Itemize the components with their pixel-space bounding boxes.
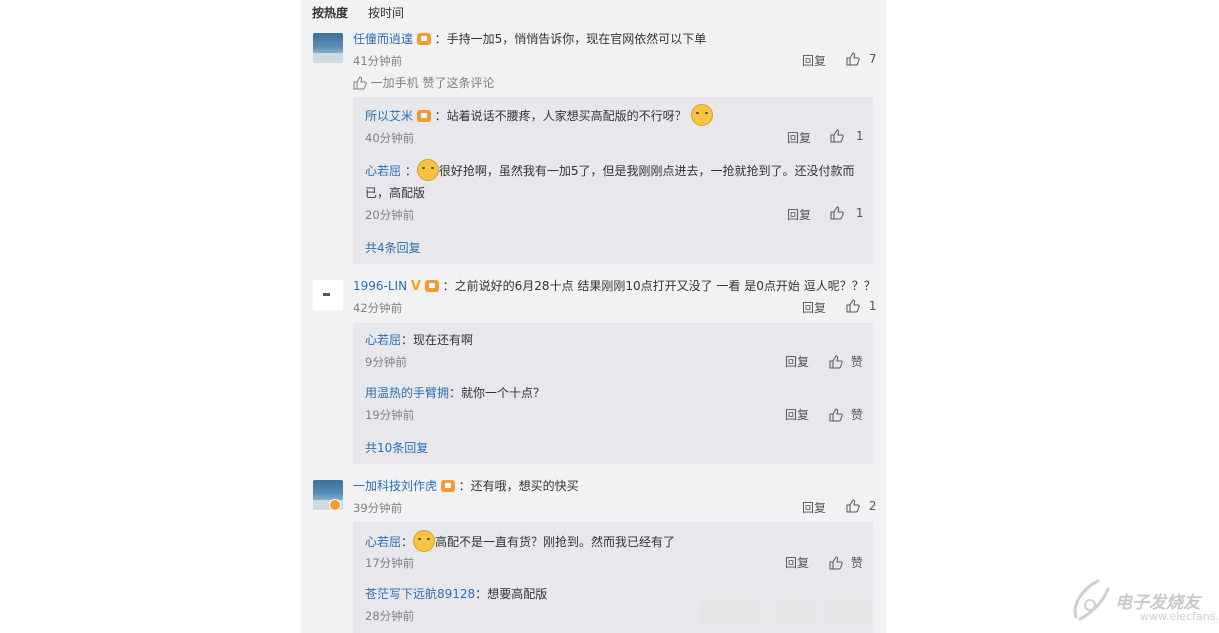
reply-username[interactable]: 苍茫写下远航89128: [365, 587, 475, 601]
reply-row: 心若屈： 高配不是一直有货？刚抢到。然而我已经有了: [365, 530, 675, 552]
tab-by-hot[interactable]: 按热度: [312, 4, 348, 21]
reply-username[interactable]: 心若屈: [365, 535, 401, 549]
like-count: 1: [855, 206, 864, 220]
reply-row: 心若屈：现在还有啊: [365, 331, 473, 348]
comment-time: 42分钟前: [353, 301, 403, 315]
watermark-url: www.elecfans.com: [1140, 610, 1219, 623]
reply-button[interactable]: 回复: [785, 353, 809, 370]
comment-row: 1996-LIN V ：之前说好的6月28十点 结果刚刚10点打开又没了 一看 …: [353, 277, 876, 294]
like-label: 赞: [850, 408, 863, 422]
reply-button[interactable]: 回复: [785, 406, 809, 423]
verified-badge-icon: [329, 499, 341, 511]
like-button[interactable]: 2: [846, 499, 876, 513]
blurred-area: [775, 600, 813, 626]
member-badge-icon: [440, 480, 455, 492]
reply-time: 28分钟前: [365, 609, 415, 623]
liked-by-text: 一加手机 赞了这条评论: [370, 76, 495, 90]
reply-username[interactable]: 心若屈: [365, 333, 401, 347]
reply-time: 17分钟前: [365, 556, 415, 570]
comment-time: 41分钟前: [353, 54, 403, 68]
like-count: 7: [868, 52, 877, 66]
thumbs-up-icon: [353, 76, 367, 90]
comment-row: 任僮而逍遑 ：手持一加5，悄悄告诉你，现在官网依然可以下单: [353, 30, 706, 47]
reply-button[interactable]: 回复: [802, 299, 826, 316]
tab-by-time[interactable]: 按时间: [368, 4, 404, 21]
avatar[interactable]: [313, 33, 343, 63]
like-button[interactable]: 1: [830, 206, 863, 220]
thumbs-up-icon: [829, 355, 843, 369]
reply-username[interactable]: 心若屈: [365, 164, 401, 178]
comment-username[interactable]: 1996-LIN: [353, 279, 407, 293]
reply-row: 苍茫写下远航89128：想要高配版: [365, 585, 547, 602]
reply-text: ：现在还有啊: [401, 333, 474, 347]
comment-username[interactable]: 一加科技刘作虎: [353, 479, 437, 493]
comment-text: ：之前说好的6月28十点 结果刚刚10点打开又没了 一看 是0点开始 逗人呢？？…: [442, 279, 876, 293]
like-count: 2: [868, 499, 877, 513]
avatar[interactable]: [313, 280, 343, 310]
verified-v-icon: V: [410, 279, 421, 294]
like-button[interactable]: 1: [830, 129, 863, 143]
member-badge-icon: [416, 110, 431, 122]
thumbs-up-icon: [830, 129, 844, 143]
liked-by-note: 一加手机 赞了这条评论: [353, 74, 494, 91]
like-count: 1: [855, 129, 864, 143]
reply-button[interactable]: 回复: [787, 129, 811, 146]
emoji-icon: [413, 530, 436, 552]
like-count: 1: [868, 299, 877, 313]
reply-button[interactable]: 回复: [802, 52, 826, 69]
like-button[interactable]: 赞: [829, 406, 863, 423]
comment-text: ：手持一加5，悄悄告诉你，现在官网依然可以下单: [434, 32, 707, 46]
reply-row: 心若屈 ：很好抢啊，虽然我有一加5了，但是我刚刚点进去，一抢就抢到了。还没付款而: [365, 159, 855, 181]
comment-time: 39分钟前: [353, 501, 403, 515]
like-button[interactable]: 赞: [829, 554, 863, 571]
reply-text: ：就你一个十点？: [449, 386, 546, 400]
thumbs-up-icon: [846, 299, 860, 313]
comment-row: 一加科技刘作虎 ：还有哦，想买的快买: [353, 477, 579, 494]
member-badge-icon: [424, 280, 439, 292]
like-button[interactable]: 1: [846, 299, 876, 313]
reply-button[interactable]: 回复: [785, 554, 809, 571]
reply-row: 所以艾米 ：站着说话不腰疼，人家想买高配版的不行呀？: [365, 104, 713, 126]
reply-text-cont: 已，高配版: [365, 186, 426, 200]
reply-time: 19分钟前: [365, 408, 415, 422]
reply-button[interactable]: 回复: [802, 499, 826, 516]
blurred-area: [825, 600, 870, 626]
emoji-icon: [416, 159, 439, 181]
reply-username[interactable]: 所以艾米: [365, 109, 413, 123]
thumbs-up-icon: [829, 408, 843, 422]
reply-time: 20分钟前: [365, 208, 415, 222]
thumbs-up-icon: [829, 556, 843, 570]
comment-username[interactable]: 任僮而逍遑: [353, 32, 413, 46]
reply-text: ：站着说话不腰疼，人家想买高配版的不行呀？: [434, 109, 687, 123]
reply-button[interactable]: 回复: [787, 206, 811, 223]
like-button[interactable]: 赞: [829, 353, 863, 370]
reply-row: 用温热的手臂拥：就你一个十点？: [365, 384, 545, 401]
reply-time: 9分钟前: [365, 355, 407, 369]
reply-text: 很好抢啊，虽然我有一加5了，但是我刚刚点进去，一抢就抢到了。还没付款而: [438, 164, 855, 178]
like-label: 赞: [850, 355, 863, 369]
thumbs-up-icon: [846, 499, 860, 513]
emoji-icon: [690, 104, 713, 126]
thumbs-up-icon: [846, 52, 860, 66]
more-replies-link[interactable]: 共10条回复: [365, 439, 428, 456]
comment-text: ：还有哦，想买的快买: [458, 479, 579, 493]
watermark-logo-icon: [1073, 579, 1110, 621]
like-button[interactable]: 7: [846, 52, 876, 66]
reply-text: ：想要高配版: [475, 587, 548, 601]
reply-username[interactable]: 用温热的手臂拥: [365, 386, 449, 400]
more-replies-link[interactable]: 共4条回复: [365, 239, 421, 256]
reply-text: 高配不是一直有货？刚抢到。然而我已经有了: [435, 535, 676, 549]
member-badge-icon: [416, 33, 431, 45]
blurred-area: [700, 600, 760, 626]
thumbs-up-icon: [830, 206, 844, 220]
reply-time: 40分钟前: [365, 131, 415, 145]
like-label: 赞: [850, 556, 863, 570]
